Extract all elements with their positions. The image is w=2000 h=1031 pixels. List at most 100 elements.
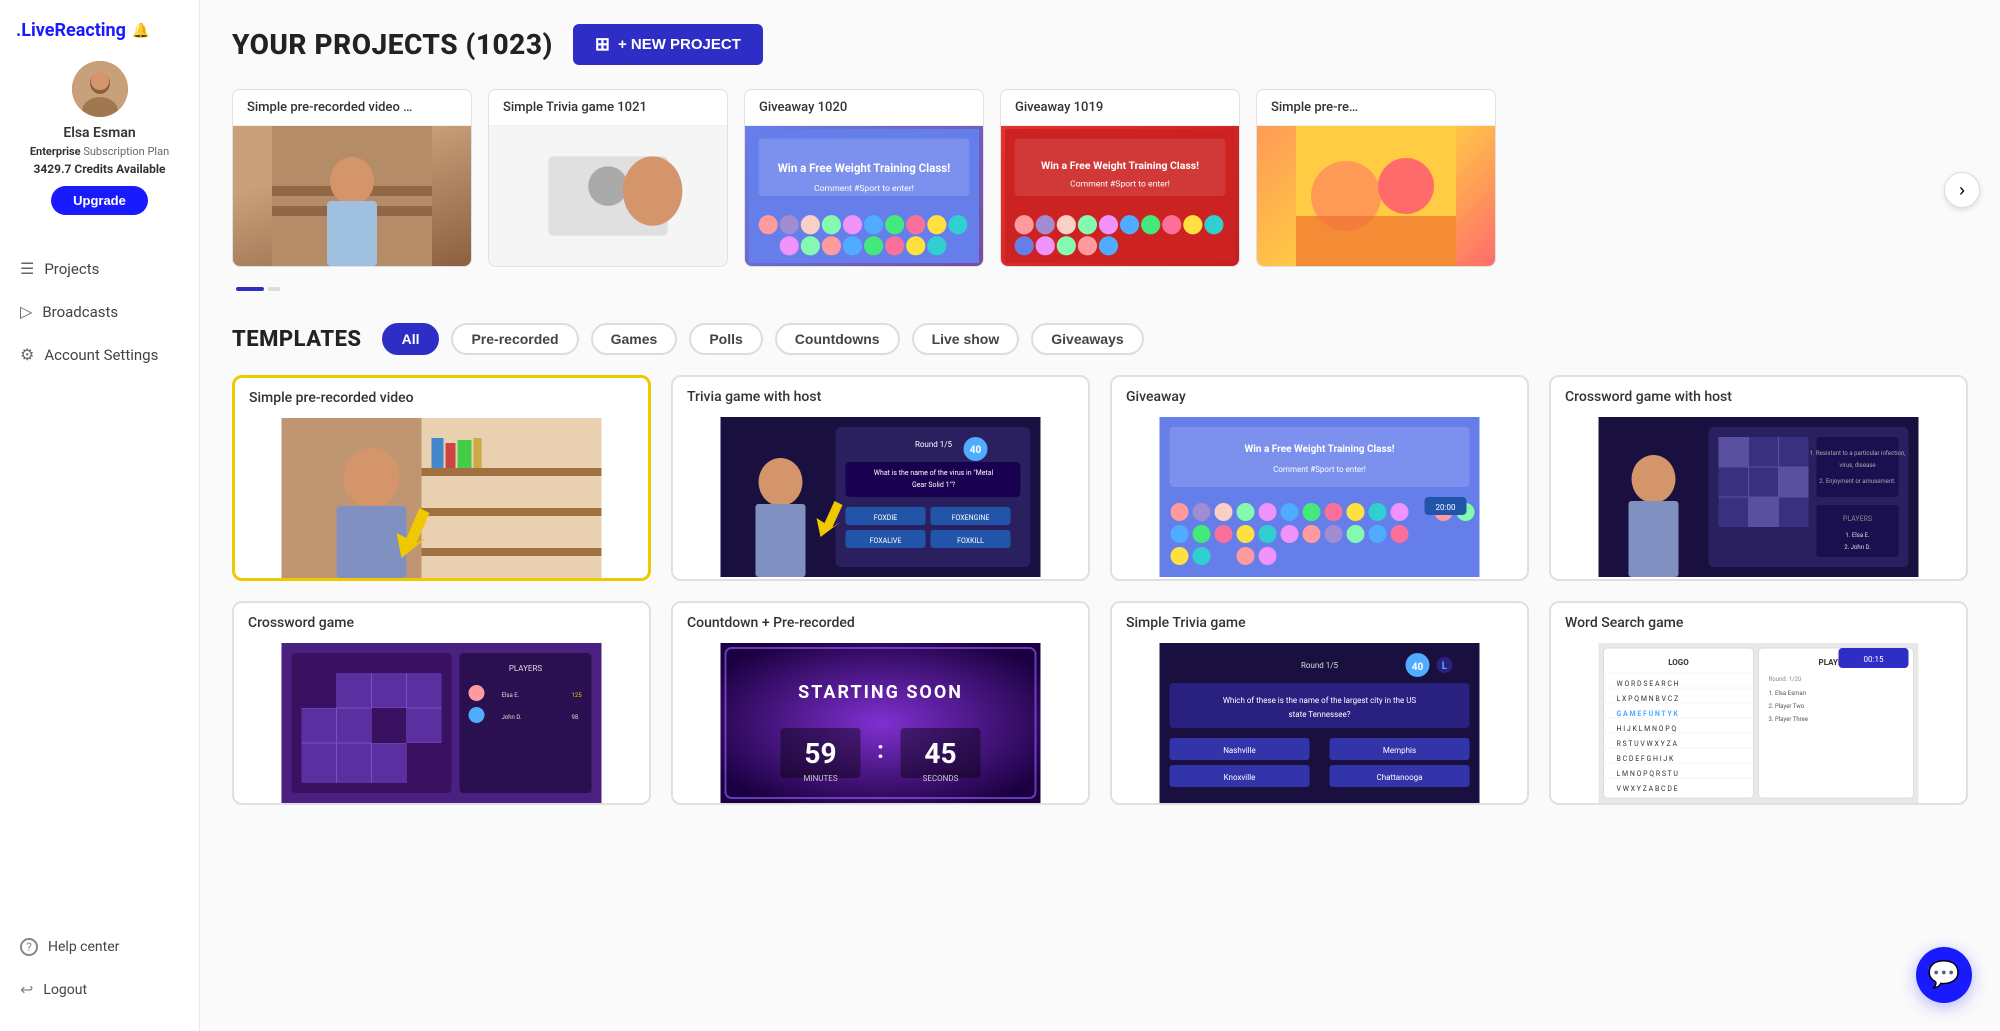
new-project-button[interactable]: ⊞ + NEW PROJECT bbox=[573, 24, 763, 65]
projects-scroll-area[interactable]: Simple pre-recorded video … bbox=[232, 89, 1968, 279]
template-card-title: Simple Trivia game bbox=[1112, 603, 1527, 643]
template-thumbnail bbox=[235, 418, 648, 578]
sidebar-bottom: ? Help center ↩ Logout bbox=[0, 926, 199, 1011]
upgrade-button[interactable]: Upgrade bbox=[51, 186, 148, 215]
template-card-trivia[interactable]: Trivia game with host Round 1/5 40 What bbox=[671, 375, 1090, 581]
filter-prerecorded-button[interactable]: Pre-recorded bbox=[451, 323, 578, 355]
svg-text:virus, disease: virus, disease bbox=[1839, 462, 1875, 469]
template-card-simple-trivia[interactable]: Simple Trivia game Round 1/5 40 Which of… bbox=[1110, 601, 1529, 805]
project-thumbnail: Win a Free Weight Training Class! Commen… bbox=[1001, 126, 1239, 266]
templates-grid: Simple pre-recorded video bbox=[232, 375, 1968, 805]
svg-text:Knoxville: Knoxville bbox=[1224, 773, 1256, 782]
template-thumbnail: 1. Resistant to a particular infection, … bbox=[1551, 417, 1966, 577]
svg-text:3. Player Three: 3. Player Three bbox=[1769, 716, 1809, 723]
svg-text:L X P Q M N B V C Z: L X P Q M N B V C Z bbox=[1617, 695, 1679, 703]
help-center-item[interactable]: ? Help center bbox=[0, 926, 199, 968]
logout-item[interactable]: ↩ Logout bbox=[0, 968, 199, 1011]
svg-text:PLAYERS: PLAYERS bbox=[1843, 515, 1872, 523]
svg-text:Elsa E.: Elsa E. bbox=[502, 692, 520, 699]
main-nav: ☰ Projects ▷ Broadcasts ⚙ Account Settin… bbox=[0, 247, 199, 376]
filter-countdowns-button[interactable]: Countdowns bbox=[775, 323, 900, 355]
template-card-crossword-host[interactable]: Crossword game with host bbox=[1549, 375, 1968, 581]
svg-text:FOXALIVE: FOXALIVE bbox=[870, 537, 902, 545]
user-name: Elsa Esman bbox=[63, 125, 135, 141]
svg-text:40: 40 bbox=[970, 445, 982, 456]
template-card-crossword-game[interactable]: Crossword game bbox=[232, 601, 651, 805]
svg-text:STARTING SOON: STARTING SOON bbox=[798, 682, 963, 703]
svg-text:Gear Solid 1"?: Gear Solid 1"? bbox=[912, 481, 956, 489]
project-card[interactable]: Giveaway 1020 Win a Free Weight Training… bbox=[744, 89, 984, 267]
project-card[interactable]: Giveaway 1019 Win a Free Weight Training… bbox=[1000, 89, 1240, 267]
svg-text:59: 59 bbox=[804, 737, 836, 770]
logout-icon: ↩ bbox=[20, 980, 33, 999]
svg-text:What is the name of the virus: What is the name of the virus in "Metal bbox=[874, 469, 994, 477]
logout-label: Logout bbox=[43, 982, 87, 998]
template-card-giveaway[interactable]: Giveaway Win a Free Weight Training Clas… bbox=[1110, 375, 1529, 581]
svg-text:Nashville: Nashville bbox=[1223, 746, 1256, 755]
svg-text:125: 125 bbox=[572, 692, 583, 699]
chat-button[interactable]: 💬 bbox=[1916, 947, 1972, 1003]
svg-text:V W X Y Z A B C D E: V W X Y Z A B C D E bbox=[1617, 785, 1678, 793]
svg-text:John D.: John D. bbox=[502, 714, 522, 721]
logo[interactable]: .LiveReacting 🔔 bbox=[0, 20, 165, 41]
template-thumbnail: STARTING SOON 59 MINUTES : 45 SECONDS bbox=[673, 643, 1088, 803]
avatar bbox=[72, 61, 128, 117]
template-thumbnail: Round 1/5 40 Which of these is the name … bbox=[1112, 643, 1527, 803]
main-content: YOUR PROJECTS (1023) ⊞ + NEW PROJECT Sim… bbox=[200, 0, 2000, 1031]
user-profile-section: Elsa Esman Enterprise Subscription Plan … bbox=[20, 61, 179, 215]
templates-header: TEMPLATES All Pre-recorded Games Polls C… bbox=[232, 323, 1968, 355]
template-card-prerecorded[interactable]: Simple pre-recorded video bbox=[232, 375, 651, 581]
svg-text:L M N O P Q R S T U: L M N O P Q R S T U bbox=[1617, 770, 1679, 778]
project-card[interactable]: Simple Trivia game 1021 bbox=[488, 89, 728, 267]
project-thumbnail: Win a Free Weight Training Class! Commen… bbox=[745, 126, 983, 266]
svg-text:45: 45 bbox=[924, 737, 956, 770]
svg-text:2. Player Two: 2. Player Two bbox=[1769, 703, 1805, 710]
svg-text:1. Resistant to a particular i: 1. Resistant to a particular infection, bbox=[1810, 450, 1906, 457]
project-card-title: Giveaway 1019 bbox=[1001, 90, 1239, 126]
notification-bell-icon[interactable]: 🔔 bbox=[132, 23, 149, 39]
scroll-right-button[interactable]: › bbox=[1944, 172, 1980, 208]
project-card[interactable]: Simple pre-re… bbox=[1256, 89, 1496, 267]
sidebar-item-broadcasts[interactable]: ▷ Broadcasts bbox=[0, 290, 199, 333]
sidebar-item-account-settings[interactable]: ⚙ Account Settings bbox=[0, 333, 199, 376]
svg-text:FOXENGINE: FOXENGINE bbox=[952, 514, 990, 522]
filter-polls-button[interactable]: Polls bbox=[689, 323, 762, 355]
project-thumbnail bbox=[489, 126, 727, 266]
svg-text:Which of these is the name of: Which of these is the name of the larges… bbox=[1223, 696, 1417, 705]
subscription-plan: Enterprise Subscription Plan bbox=[20, 145, 179, 158]
filter-giveaways-button[interactable]: Giveaways bbox=[1031, 323, 1143, 355]
svg-text:W O R D S E A R C H: W O R D S E A R C H bbox=[1617, 680, 1679, 688]
project-card-title: Simple pre-recorded video … bbox=[233, 90, 471, 126]
projects-icon: ☰ bbox=[20, 259, 34, 278]
template-card-title: Trivia game with host bbox=[673, 377, 1088, 417]
svg-text:R S T U V W X Y Z A: R S T U V W X Y Z A bbox=[1617, 740, 1678, 748]
template-card-countdown[interactable]: Countdown + Pre-recorded STARTING SOON bbox=[671, 601, 1090, 805]
svg-text:G A M E F U N T Y K: G A M E F U N T Y K bbox=[1617, 710, 1679, 718]
project-card-title: Simple pre-re… bbox=[1257, 90, 1495, 126]
svg-text:2. John D.: 2. John D. bbox=[1844, 544, 1871, 551]
filter-liveshow-button[interactable]: Live show bbox=[912, 323, 1020, 355]
project-card[interactable]: Simple pre-recorded video … bbox=[232, 89, 472, 267]
sidebar-item-projects[interactable]: ☰ Projects bbox=[0, 247, 199, 290]
templates-title: TEMPLATES bbox=[232, 327, 362, 352]
template-card-word-search[interactable]: Word Search game LOGO bbox=[1549, 601, 1968, 805]
svg-text:L: L bbox=[1442, 661, 1448, 672]
svg-text:00:15: 00:15 bbox=[1864, 655, 1884, 664]
template-card-title: Giveaway bbox=[1112, 377, 1527, 417]
sidebar-item-account-settings-label: Account Settings bbox=[44, 346, 158, 364]
template-card-title: Crossword game with host bbox=[1551, 377, 1966, 417]
scroll-dot bbox=[268, 287, 280, 291]
svg-text:20:00: 20:00 bbox=[1436, 503, 1456, 512]
filter-games-button[interactable]: Games bbox=[591, 323, 678, 355]
project-card-title: Giveaway 1020 bbox=[745, 90, 983, 126]
chat-icon: 💬 bbox=[1928, 960, 1960, 990]
page-title: YOUR PROJECTS (1023) bbox=[232, 28, 553, 61]
filter-all-button[interactable]: All bbox=[382, 323, 440, 355]
sidebar-item-broadcasts-label: Broadcasts bbox=[42, 303, 118, 321]
svg-text:FOXDIE: FOXDIE bbox=[874, 514, 897, 522]
svg-text:PLAYERS: PLAYERS bbox=[509, 664, 543, 673]
project-thumbnail bbox=[1257, 126, 1495, 266]
page-header: YOUR PROJECTS (1023) ⊞ + NEW PROJECT bbox=[232, 24, 1968, 65]
templates-section: TEMPLATES All Pre-recorded Games Polls C… bbox=[232, 323, 1968, 805]
template-thumbnail: LOGO W O R D S E A R C H L X P Q M N B V… bbox=[1551, 643, 1966, 803]
